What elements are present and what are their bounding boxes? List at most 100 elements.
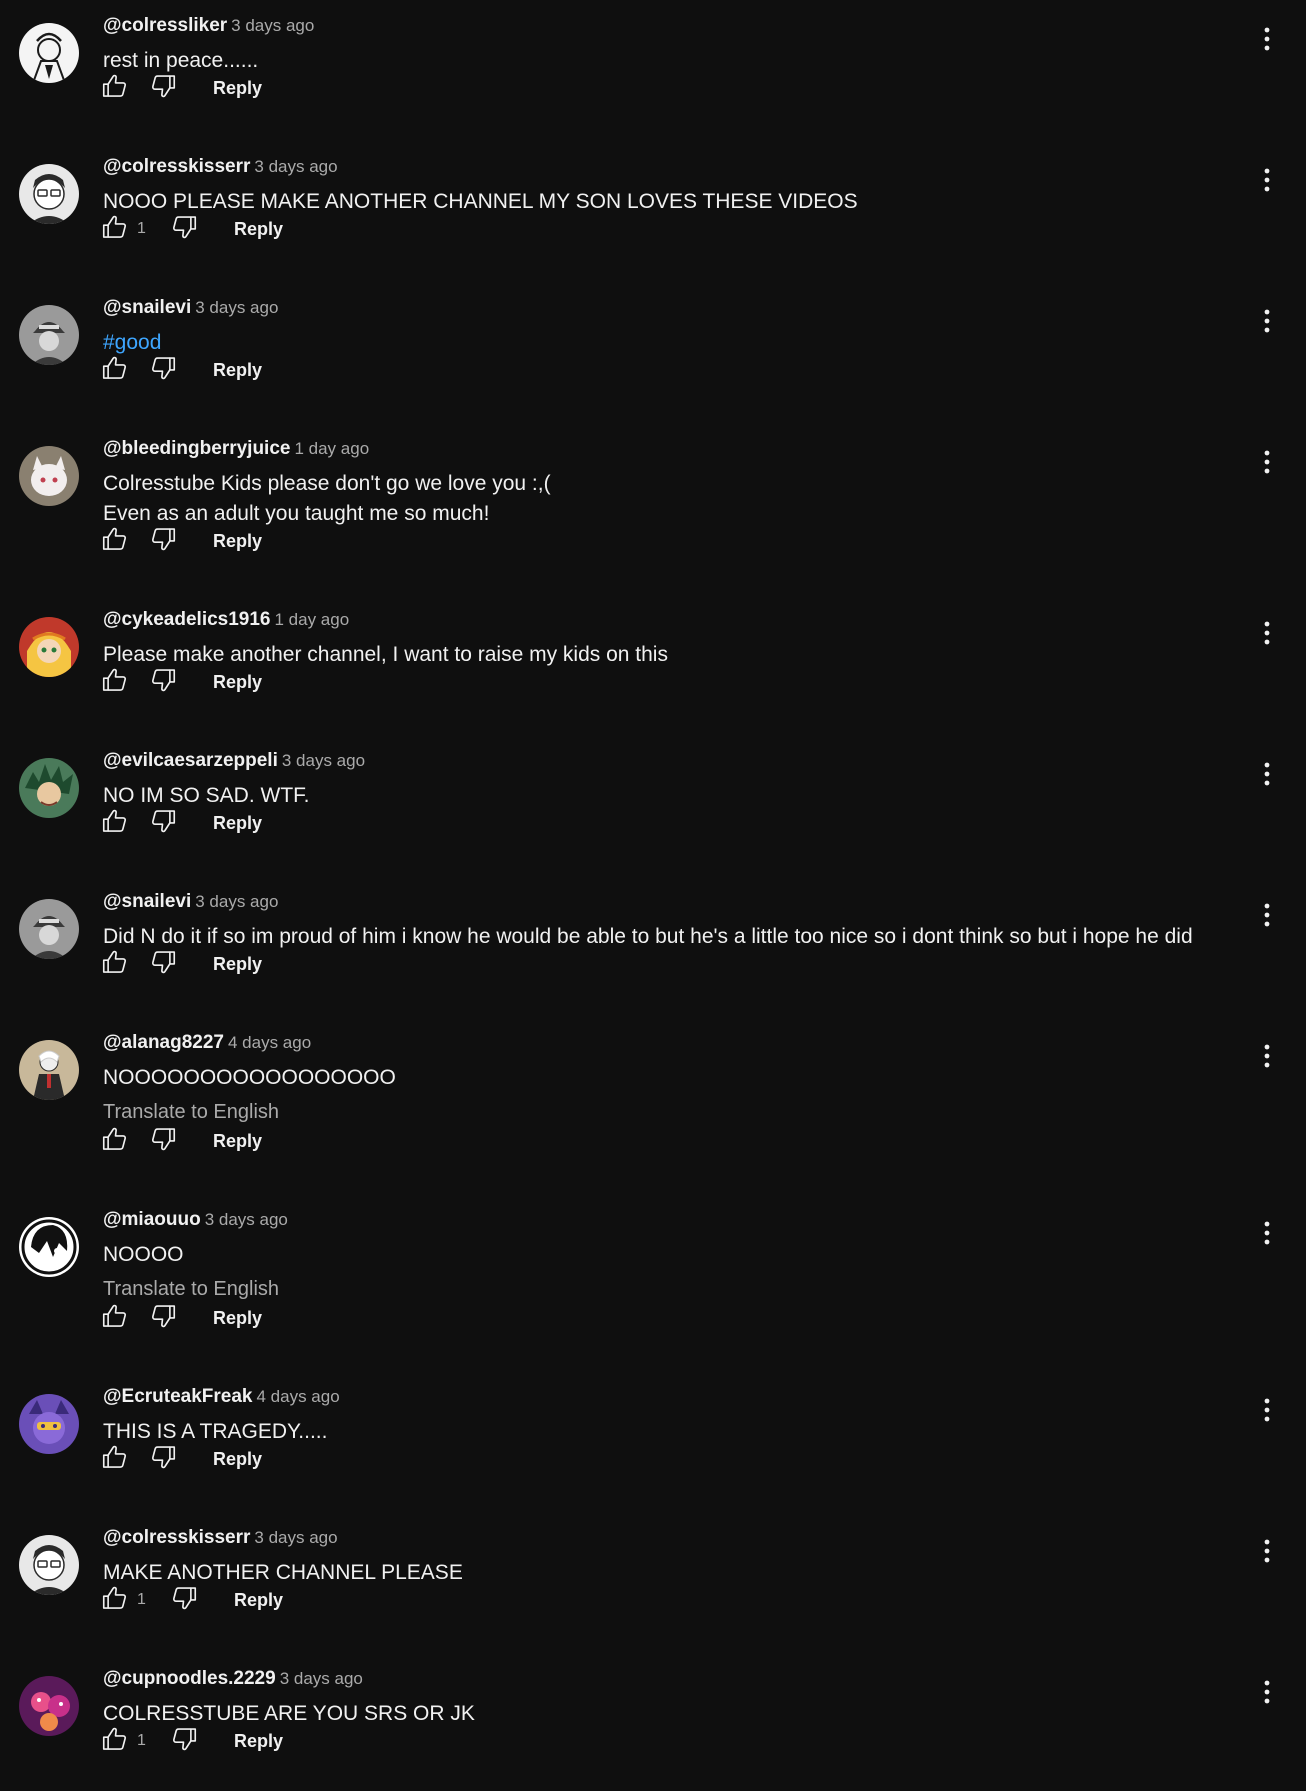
dislike-button[interactable] xyxy=(166,211,202,247)
reply-button[interactable]: Reply xyxy=(209,354,266,387)
reply-button[interactable]: Reply xyxy=(209,666,266,699)
translate-button[interactable]: Translate to English xyxy=(103,1276,1223,1302)
comment-timestamp[interactable]: 3 days ago xyxy=(280,1669,363,1688)
avatar[interactable] xyxy=(19,1676,79,1736)
thumbs-up-icon xyxy=(100,353,130,388)
dislike-button[interactable] xyxy=(145,523,181,559)
comment-timestamp[interactable]: 3 days ago xyxy=(282,751,365,770)
comment-timestamp[interactable]: 3 days ago xyxy=(254,157,337,176)
avatar[interactable] xyxy=(19,617,79,677)
comment-timestamp[interactable]: 3 days ago xyxy=(195,298,278,317)
comment-timestamp[interactable]: 4 days ago xyxy=(228,1033,311,1052)
comment-menu-button[interactable] xyxy=(1252,446,1282,482)
like-button[interactable] xyxy=(97,1723,133,1759)
like-button[interactable] xyxy=(97,664,133,700)
reply-button[interactable]: Reply xyxy=(230,213,287,246)
author-name[interactable]: @alanag8227 xyxy=(103,1032,224,1053)
like-button[interactable] xyxy=(97,1123,133,1159)
comment-actions: Reply xyxy=(97,1123,266,1159)
dislike-button[interactable] xyxy=(145,1300,181,1336)
comment-hashtag-link[interactable]: #good xyxy=(103,328,1223,358)
comment-timestamp[interactable]: 3 days ago xyxy=(205,1210,288,1229)
avatar[interactable] xyxy=(19,758,79,818)
author-name[interactable]: @cupnoodles.2229 xyxy=(103,1668,276,1689)
author-name[interactable]: @cykeadelics1916 xyxy=(103,609,271,630)
dislike-button[interactable] xyxy=(145,805,181,841)
dislike-button[interactable] xyxy=(166,1723,202,1759)
reply-button[interactable]: Reply xyxy=(209,72,266,105)
avatar[interactable] xyxy=(19,446,79,506)
author-name[interactable]: @miaouuo xyxy=(103,1209,201,1230)
dislike-button[interactable] xyxy=(145,946,181,982)
like-button[interactable] xyxy=(97,352,133,388)
author-name[interactable]: @snailevi xyxy=(103,297,191,318)
like-button[interactable] xyxy=(97,211,133,247)
more-vertical-icon xyxy=(1263,26,1271,57)
avatar[interactable] xyxy=(19,1040,79,1100)
comment-header: @cykeadelics1916 1 day ago xyxy=(103,607,349,633)
reply-button[interactable]: Reply xyxy=(209,948,266,981)
like-button[interactable] xyxy=(97,946,133,982)
avatar[interactable] xyxy=(19,305,79,365)
reply-button[interactable]: Reply xyxy=(230,1584,287,1617)
like-button[interactable] xyxy=(97,523,133,559)
translate-button[interactable]: Translate to English xyxy=(103,1099,1223,1125)
reply-button[interactable]: Reply xyxy=(209,807,266,840)
thumbs-down-icon xyxy=(148,71,178,106)
comment-timestamp[interactable]: 3 days ago xyxy=(231,16,314,35)
comment-timestamp[interactable]: 1 day ago xyxy=(294,439,369,458)
more-vertical-icon xyxy=(1263,620,1271,651)
author-name[interactable]: @snailevi xyxy=(103,891,191,912)
like-button[interactable] xyxy=(97,1300,133,1336)
dislike-button[interactable] xyxy=(166,1582,202,1618)
dislike-button[interactable] xyxy=(145,70,181,106)
avatar[interactable] xyxy=(19,1217,79,1277)
like-button[interactable] xyxy=(97,70,133,106)
comment-header: @colresskisserr 3 days ago xyxy=(103,154,338,180)
comment-menu-button[interactable] xyxy=(1252,1676,1282,1712)
comment-menu-button[interactable] xyxy=(1252,617,1282,653)
comment-content: Did N do it if so im proud of him i know… xyxy=(103,922,1223,952)
author-name[interactable]: @colresskisserr xyxy=(103,1527,250,1548)
comment-text-line: NO IM SO SAD. WTF. xyxy=(103,784,310,807)
author-name[interactable]: @bleedingberryjuice xyxy=(103,438,290,459)
thumbs-up-icon xyxy=(100,524,130,559)
author-name[interactable]: @EcruteakFreak xyxy=(103,1386,253,1407)
reply-button[interactable]: Reply xyxy=(209,1443,266,1476)
comment-timestamp[interactable]: 3 days ago xyxy=(195,892,278,911)
reply-button[interactable]: Reply xyxy=(209,1125,266,1158)
comment-timestamp[interactable]: 3 days ago xyxy=(254,1528,337,1547)
comment-menu-button[interactable] xyxy=(1252,1535,1282,1571)
comment-menu-button[interactable] xyxy=(1252,758,1282,794)
like-button[interactable] xyxy=(97,805,133,841)
avatar[interactable] xyxy=(19,164,79,224)
avatar[interactable] xyxy=(19,23,79,83)
comment-header: @evilcaesarzeppeli 3 days ago xyxy=(103,748,365,774)
comment-menu-button[interactable] xyxy=(1252,23,1282,59)
comment-menu-button[interactable] xyxy=(1252,305,1282,341)
dislike-button[interactable] xyxy=(145,1123,181,1159)
comment-timestamp[interactable]: 1 day ago xyxy=(275,610,350,629)
dislike-button[interactable] xyxy=(145,1441,181,1477)
avatar[interactable] xyxy=(19,1535,79,1595)
author-name[interactable]: @colressliker xyxy=(103,15,227,36)
like-button[interactable] xyxy=(97,1582,133,1618)
more-vertical-icon xyxy=(1263,1679,1271,1710)
comment-timestamp[interactable]: 4 days ago xyxy=(257,1387,340,1406)
comment-menu-button[interactable] xyxy=(1252,899,1282,935)
like-button[interactable] xyxy=(97,1441,133,1477)
more-vertical-icon xyxy=(1263,761,1271,792)
dislike-button[interactable] xyxy=(145,352,181,388)
comment-menu-button[interactable] xyxy=(1252,1040,1282,1076)
author-name[interactable]: @colresskisserr xyxy=(103,156,250,177)
reply-button[interactable]: Reply xyxy=(209,1302,266,1335)
reply-button[interactable]: Reply xyxy=(230,1725,287,1758)
avatar[interactable] xyxy=(19,1394,79,1454)
reply-button[interactable]: Reply xyxy=(209,525,266,558)
author-name[interactable]: @evilcaesarzeppeli xyxy=(103,750,278,771)
dislike-button[interactable] xyxy=(145,664,181,700)
comment-menu-button[interactable] xyxy=(1252,1394,1282,1430)
comment-menu-button[interactable] xyxy=(1252,164,1282,200)
comment-menu-button[interactable] xyxy=(1252,1217,1282,1253)
avatar[interactable] xyxy=(19,899,79,959)
